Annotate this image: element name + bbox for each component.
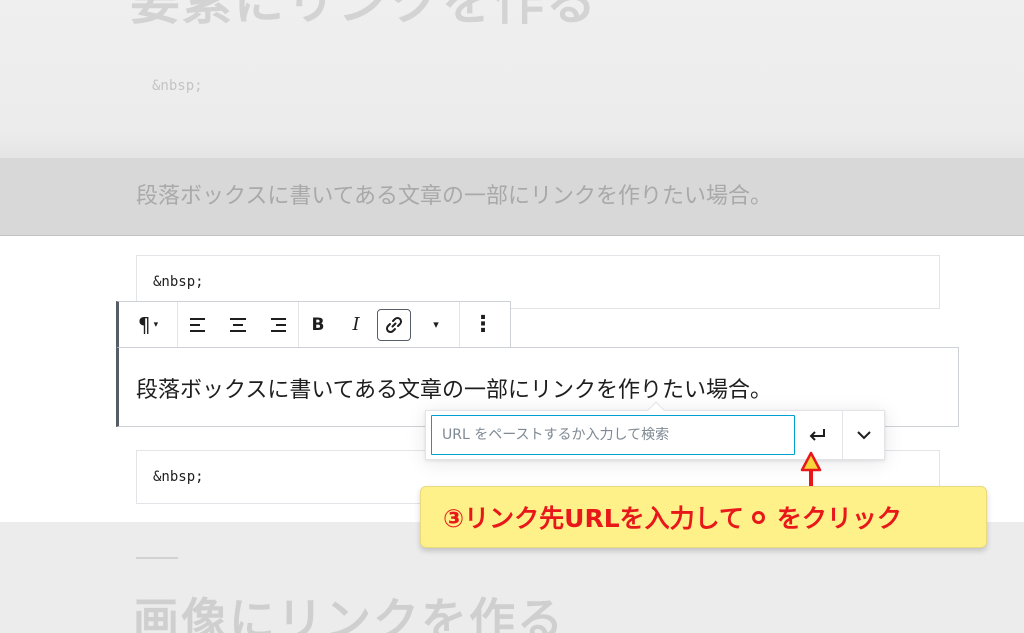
annotation-text-after: をクリック [776, 504, 902, 533]
apply-link-button[interactable] [798, 415, 838, 455]
dimmed-paragraph: 段落ボックスに書いてある文章の一部にリンクを作りたい場合。 [136, 184, 773, 209]
align-center-icon [230, 317, 246, 332]
bold-button[interactable]: B [299, 302, 337, 347]
chevron-down-icon: ▾ [433, 318, 439, 331]
more-options-button[interactable]: ⋮ [460, 302, 506, 347]
align-right-icon [271, 317, 286, 332]
bold-icon: B [311, 314, 325, 335]
enter-icon [809, 429, 825, 441]
popover-divider [842, 411, 843, 459]
align-center-button[interactable] [218, 302, 258, 347]
previous-heading: 要素にリンクを作る [130, 0, 598, 31]
align-left-icon [190, 317, 205, 332]
chevron-down-icon [857, 431, 871, 440]
url-input[interactable] [431, 415, 795, 455]
caret-down-icon: ▾ [153, 319, 159, 330]
align-left-button[interactable] [178, 302, 218, 347]
italic-button[interactable]: I [337, 302, 375, 347]
separator [136, 557, 178, 559]
paragraph-icon: ¶ [137, 312, 151, 337]
more-formatting-button[interactable]: ▾ [413, 302, 459, 347]
link-button[interactable] [375, 302, 413, 347]
next-heading: 画像にリンクを作る [133, 593, 565, 633]
block-type-button[interactable]: ¶ ▾ [119, 302, 177, 347]
link-settings-toggle[interactable] [844, 415, 884, 455]
options-group: ⋮ [460, 302, 506, 347]
block-toolbar: ¶ ▾ B I ▾ ⋮ [116, 301, 511, 348]
link-icon [385, 316, 403, 333]
annotation-callout: ③リンク先URLを入力して をクリック [420, 486, 987, 548]
align-right-button[interactable] [258, 302, 298, 347]
alignment-group [178, 302, 299, 347]
link-button-active [377, 308, 411, 341]
formatting-group: B I ▾ [299, 302, 460, 347]
block-type-group: ¶ ▾ [119, 302, 178, 347]
more-options-icon: ⋮ [472, 312, 494, 337]
enter-marker-icon [751, 510, 765, 524]
paragraph-text[interactable]: 段落ボックスに書いてある文章の一部にリンクを作りたい場合。 [136, 372, 772, 404]
previous-nbsp-block: &nbsp; [152, 78, 203, 94]
dimmed-content-top: 要素にリンクを作る &nbsp; 段落ボックスに書いてある文章の一部にリンクを作… [0, 0, 1024, 236]
italic-icon: I [352, 314, 360, 335]
annotation-text-before: ③リンク先URLを入力して [443, 504, 744, 533]
